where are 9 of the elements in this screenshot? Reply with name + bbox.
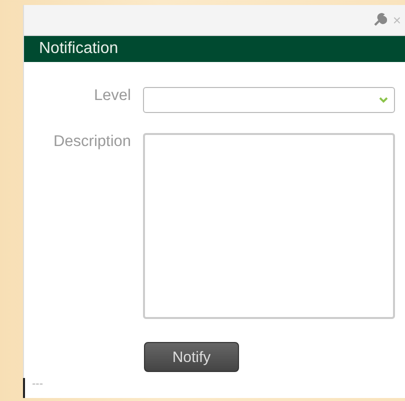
description-field[interactable] — [143, 133, 395, 319]
chevron-icon — [379, 97, 388, 103]
field-label: Level — [92, 87, 131, 105]
level-dropdown[interactable] — [143, 87, 395, 113]
field-label: Description — [52, 133, 131, 151]
footer-text: --- — [23, 378, 405, 398]
panel-title: Notification — [39, 39, 118, 59]
wrench-icon[interactable] — [372, 13, 387, 27]
notify-button[interactable]: Notify — [144, 342, 239, 372]
